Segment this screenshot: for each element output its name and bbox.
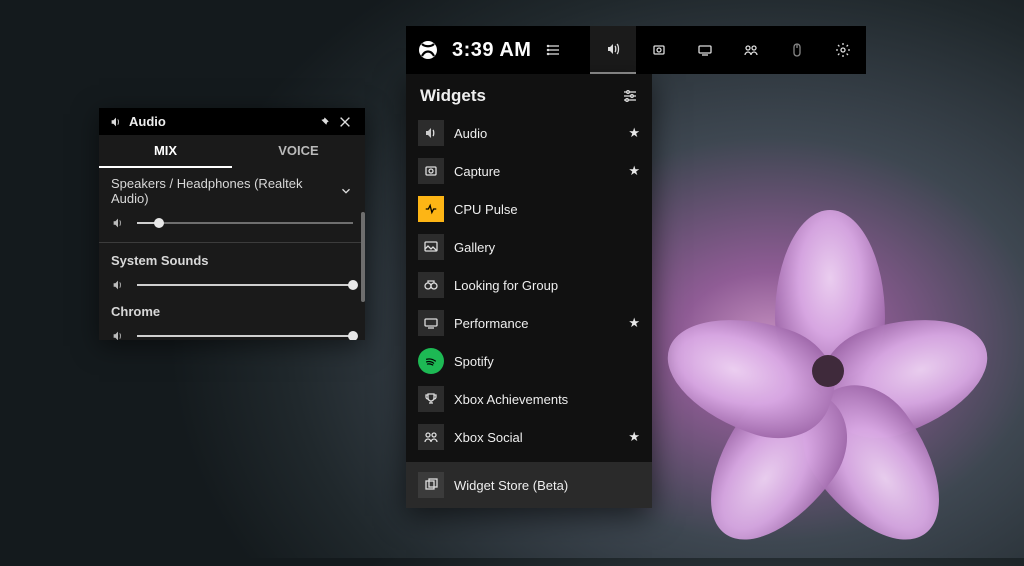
widgets-panel: Widgets Audio ★ Capture ★ CPU Pulse Gall… [406,74,652,508]
binoculars-icon [418,272,444,298]
capture-icon [418,158,444,184]
volume-icon [418,120,444,146]
widget-item-performance[interactable]: Performance ★ [406,304,652,342]
widget-item-label: Capture [454,164,500,179]
volume-icon [111,216,129,230]
widget-item-capture[interactable]: Capture ★ [406,152,652,190]
output-device-label: Speakers / Headphones (Realtek Audio) [111,176,339,206]
widget-item-label: Audio [454,126,487,141]
widget-item-label: CPU Pulse [454,202,518,217]
topbar-settings-icon[interactable] [820,26,866,74]
divider [99,242,365,243]
store-icon [418,472,444,498]
widgets-list: Audio ★ Capture ★ CPU Pulse Gallery Look… [406,114,652,456]
widgets-panel-title: Widgets [420,86,486,106]
volume-icon [111,329,129,340]
favorite-star-icon[interactable]: ★ [628,163,640,179]
widget-store-label: Widget Store (Beta) [454,478,568,493]
tab-mix[interactable]: MIX [99,135,232,168]
widget-item-achievements[interactable]: Xbox Achievements [406,380,652,418]
widget-store-button[interactable]: Widget Store (Beta) [406,462,652,508]
widget-item-cpu-pulse[interactable]: CPU Pulse [406,190,652,228]
widget-item-lfg[interactable]: Looking for Group [406,266,652,304]
favorite-star-icon[interactable]: ★ [628,429,640,445]
widget-item-label: Spotify [454,354,494,369]
widget-item-label: Xbox Social [454,430,523,445]
widget-item-label: Xbox Achievements [454,392,568,407]
widget-item-audio[interactable]: Audio ★ [406,114,652,152]
widget-item-social[interactable]: Xbox Social ★ [406,418,652,456]
chevron-down-icon[interactable] [339,184,353,198]
favorite-star-icon[interactable]: ★ [628,125,640,141]
topbar-performance-icon[interactable] [682,26,728,74]
cpu-icon [418,196,444,222]
volume-icon [109,115,123,129]
social-icon [418,424,444,450]
master-volume-slider[interactable] [137,222,353,224]
wallpaper-flower [690,230,970,510]
widget-item-label: Looking for Group [454,278,558,293]
widgets-panel-settings-icon[interactable] [622,88,638,104]
system-sounds-slider[interactable] [137,284,353,286]
audio-widget: Audio MIX VOICE Speakers / Headphones (R… [99,108,365,340]
audio-tabs: MIX VOICE [99,135,365,168]
topbar-mouse-icon[interactable] [774,26,820,74]
audio-title: Audio [129,114,166,129]
spotify-icon [418,348,444,374]
favorite-star-icon[interactable]: ★ [628,315,640,331]
audio-body: Speakers / Headphones (Realtek Audio) Sy… [99,168,365,340]
widget-item-gallery[interactable]: Gallery [406,228,652,266]
widget-item-spotify[interactable]: Spotify [406,342,652,380]
topbar-social-icon[interactable] [728,26,774,74]
widget-menu-toggle-icon[interactable] [537,42,571,58]
topbar-capture-icon[interactable] [636,26,682,74]
widget-item-label: Gallery [454,240,495,255]
performance-icon [418,310,444,336]
tab-voice[interactable]: VOICE [232,135,365,168]
app-volume-label: Chrome [111,304,353,319]
gallery-icon [418,234,444,260]
pin-icon[interactable] [315,115,335,128]
scrollbar[interactable] [361,212,365,302]
xbox-logo-icon[interactable] [406,40,450,60]
audio-titlebar: Audio [99,108,365,135]
widget-item-label: Performance [454,316,528,331]
chrome-slider[interactable] [137,335,353,337]
app-volume-label: System Sounds [111,253,353,268]
close-icon[interactable] [335,115,355,129]
topbar-audio-icon[interactable] [590,26,636,74]
game-bar-topbar: 3:39 AM [406,26,866,74]
trophy-icon [418,386,444,412]
topbar-time: 3:39 AM [452,39,531,62]
volume-icon [111,278,129,292]
